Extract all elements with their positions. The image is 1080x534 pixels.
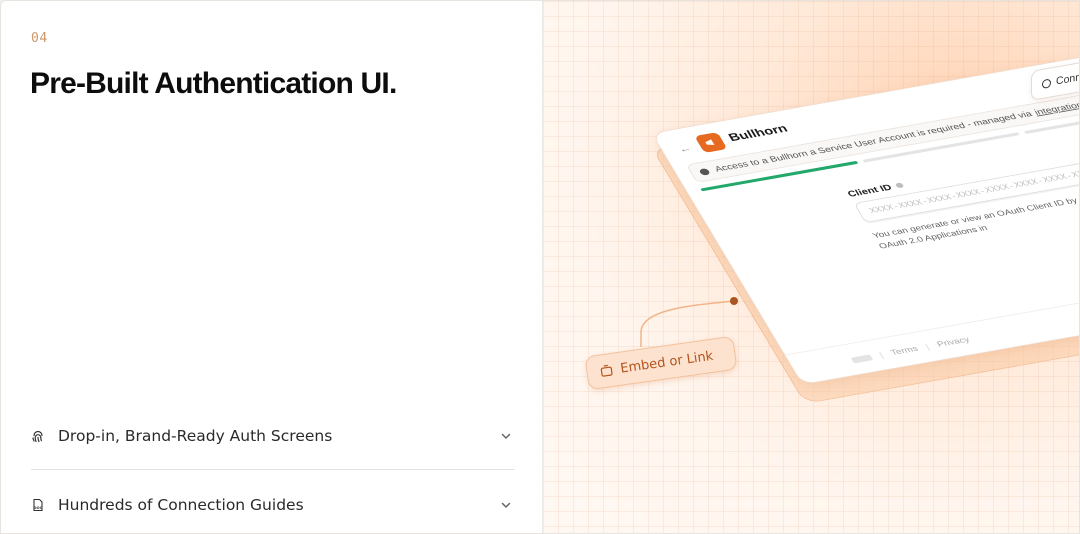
section-number: 04 — [31, 31, 48, 46]
section-title: Pre-Built Authentication UI. — [30, 67, 397, 100]
notice-text: Access to a Bullhorn a Service User Acco… — [712, 109, 1034, 174]
footer-separator — [878, 351, 885, 359]
accordion-label: Drop-in, Brand-Ready Auth Screens — [58, 427, 333, 445]
chevron-down-icon[interactable] — [499, 498, 513, 512]
privacy-link[interactable]: Privacy — [936, 336, 972, 349]
accordion-label: Hundreds of Connection Guides — [58, 496, 304, 514]
auth-card: ← Bullhorn Access to a Bullhorn a Servic… — [651, 44, 1079, 385]
integration-settings-link[interactable]: integration se — [1033, 98, 1079, 117]
feature-panel: 04 Pre-Built Authentication UI. Drop-in,… — [0, 0, 1080, 534]
bullhorn-logo — [694, 132, 728, 153]
accordion-item-connection-guides[interactable]: DOC Hundreds of Connection Guides — [31, 485, 515, 525]
brand-name: Bullhorn — [726, 122, 791, 145]
info-icon — [698, 167, 711, 176]
globe-icon — [1042, 77, 1051, 89]
auth-ui-preview: ← Bullhorn Access to a Bullhorn a Servic… — [543, 1, 1080, 533]
fingerprint-icon — [31, 429, 45, 443]
embed-icon — [599, 363, 615, 379]
embed-or-link-badge[interactable]: Embed or Link — [584, 335, 738, 391]
feature-description: 04 Pre-Built Authentication UI. Drop-in,… — [1, 1, 543, 533]
svg-text:DOC: DOC — [34, 506, 43, 510]
connect-button-label: Conn — [1056, 71, 1080, 88]
doc-file-icon: DOC — [31, 498, 45, 512]
help-tooltip-icon[interactable] — [894, 182, 905, 189]
footer-separator — [925, 343, 931, 351]
preview-stage: ← Bullhorn Access to a Bullhorn a Servic… — [543, 1, 1080, 533]
accordion-divider — [31, 469, 515, 470]
anchor-dot — [730, 297, 738, 305]
back-arrow-icon[interactable]: ← — [676, 143, 693, 155]
chevron-down-icon[interactable] — [499, 429, 513, 443]
accordion-item-auth-screens[interactable]: Drop-in, Brand-Ready Auth Screens — [31, 416, 515, 456]
embed-or-link-label: Embed or Link — [619, 348, 715, 377]
powered-by-logo — [850, 354, 874, 364]
terms-link[interactable]: Terms — [889, 345, 920, 357]
